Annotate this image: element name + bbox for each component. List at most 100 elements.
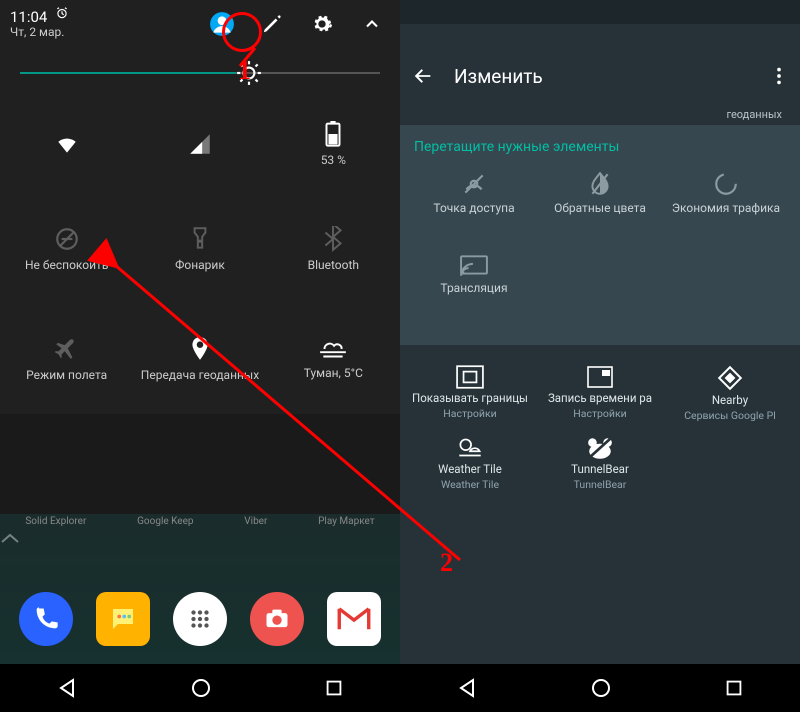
- hotspot-icon: [461, 171, 487, 197]
- bluetooth-label: Bluetooth: [308, 258, 359, 272]
- cellular-tile[interactable]: [133, 94, 266, 194]
- edit-title: Изменить: [454, 65, 543, 88]
- camera-app-icon[interactable]: [250, 592, 304, 646]
- signal-icon: [187, 131, 213, 157]
- nearby-icon: [717, 365, 743, 391]
- bluetooth-tile[interactable]: Bluetooth: [267, 194, 400, 304]
- dnd-icon: [54, 226, 80, 252]
- location-tile[interactable]: Передача геоданных: [133, 304, 266, 414]
- datasaver-label: Экономия трафика: [672, 201, 780, 215]
- tile-sub: Сервисы Google Pl: [684, 409, 776, 422]
- nav-back-icon[interactable]: [55, 676, 79, 700]
- quick-settings-panel: 11:04 Чт, 2 мар.: [0, 0, 400, 414]
- datasaver-tile[interactable]: Экономия трафика: [666, 171, 786, 243]
- status-time: 11:04 Чт, 2 мар.: [10, 9, 64, 39]
- phone-app-icon[interactable]: [19, 592, 73, 646]
- settings-gear-icon[interactable]: [304, 6, 340, 42]
- tile-label: TunnelBear: [571, 462, 629, 476]
- home-app-labels: Solid Explorer Google Keep Viber Play Ма…: [0, 514, 400, 527]
- drag-section: Перетащите нужные элементы Точка доступа…: [400, 125, 800, 345]
- quick-settings-grid: 53 % Не беспокоить Фонарик Bluetooth Реж…: [0, 94, 400, 414]
- battery-label: 53 %: [321, 153, 346, 167]
- tunnelbear-tile[interactable]: TunnelBear TunnelBear: [538, 436, 662, 491]
- bounds-icon: [456, 365, 484, 389]
- flashlight-tile[interactable]: Фонарик: [133, 194, 266, 304]
- dnd-label: Не беспокоить: [25, 258, 108, 272]
- app-label: Play Маркет: [318, 516, 375, 527]
- right-screenshot: Изменить геоданных Перетащите нужные эле…: [400, 0, 800, 712]
- flashlight-icon: [189, 226, 211, 252]
- wifi-icon: [54, 131, 80, 157]
- tunnelbear-icon: [586, 436, 614, 460]
- status-bar: [400, 0, 800, 24]
- hotspot-label: Точка доступа: [433, 201, 514, 215]
- weather-plugin-icon: [455, 436, 485, 460]
- fog-icon: [318, 338, 348, 360]
- gmail-app-icon[interactable]: [327, 592, 381, 646]
- airplane-label: Режим полета: [26, 368, 107, 382]
- weather-tile[interactable]: Туман, 5°C: [267, 304, 400, 414]
- dnd-tile[interactable]: Не беспокоить: [0, 194, 133, 304]
- nav-recent-icon[interactable]: [723, 677, 745, 699]
- home-peek: Solid Explorer Google Keep Viber Play Ма…: [0, 514, 400, 664]
- cast-label: Трансляция: [440, 281, 507, 295]
- layout-bounds-tile[interactable]: Показывать границы Настройки: [408, 365, 532, 422]
- invert-label: Обратные цвета: [554, 201, 646, 215]
- nav-home-icon[interactable]: [189, 676, 213, 700]
- invert-icon: [588, 171, 612, 197]
- brightness-thumb-icon[interactable]: [236, 60, 262, 86]
- tile-sub: TunnelBear: [574, 478, 627, 491]
- nav-home-icon[interactable]: [589, 676, 613, 700]
- airplane-tile[interactable]: Режим полета: [0, 304, 133, 414]
- tile-label: Weather Tile: [438, 462, 502, 476]
- tile-label: Nearby: [712, 393, 748, 407]
- hotspot-tile[interactable]: Точка доступа: [414, 171, 534, 243]
- tile-sub: Настройки: [443, 407, 496, 420]
- wifi-tile[interactable]: [0, 94, 133, 194]
- edit-header: Изменить: [400, 48, 800, 104]
- battery-icon: [324, 121, 342, 147]
- nav-bar: [400, 664, 800, 712]
- nav-recent-icon[interactable]: [323, 677, 345, 699]
- dock: [0, 574, 400, 664]
- tile-label: Запись времени ра: [548, 391, 652, 405]
- drawer-caret-icon[interactable]: [0, 531, 400, 545]
- tile-sub: Weather Tile: [441, 478, 499, 491]
- back-arrow-icon[interactable]: [412, 65, 434, 87]
- flashlight-label: Фонарик: [175, 258, 225, 272]
- nearby-tile[interactable]: Nearby Сервисы Google Pl: [668, 365, 792, 422]
- annotation-number-2: 2: [440, 548, 453, 578]
- tile-sub: Настройки: [573, 407, 626, 420]
- cast-icon: [460, 255, 488, 277]
- status-bar: 11:04 Чт, 2 мар.: [0, 0, 400, 48]
- datasaver-icon: [713, 171, 739, 197]
- location-pin-icon: [189, 336, 211, 362]
- app-label: Google Keep: [137, 516, 193, 527]
- left-screenshot: 11:04 Чт, 2 мар.: [0, 0, 400, 712]
- record-icon: [587, 365, 613, 389]
- collapse-chevron-icon[interactable]: [354, 6, 390, 42]
- weather-tile-plugin-tile[interactable]: Weather Tile Weather Tile: [408, 436, 532, 491]
- bluetooth-icon: [323, 226, 343, 252]
- user-icon[interactable]: [204, 6, 240, 42]
- weather-label: Туман, 5°C: [304, 366, 363, 380]
- alarm-icon: [55, 6, 69, 20]
- airplane-icon: [54, 336, 80, 362]
- cast-tile[interactable]: Трансляция: [414, 255, 534, 327]
- record-time-tile[interactable]: Запись времени ра Настройки: [538, 365, 662, 422]
- nav-bar: [0, 664, 400, 712]
- drag-hint: Перетащите нужные элементы: [414, 139, 786, 155]
- invert-tile[interactable]: Обратные цвета: [540, 171, 660, 243]
- geo-remnant-text: геоданных: [400, 104, 800, 125]
- tile-label: Показывать границы: [412, 391, 528, 405]
- app-label: Solid Explorer: [25, 516, 86, 527]
- edit-pencil-icon[interactable]: [254, 6, 290, 42]
- more-dots-icon[interactable]: [770, 65, 788, 87]
- app-drawer-icon[interactable]: [173, 592, 227, 646]
- brightness-slider[interactable]: [0, 48, 400, 94]
- location-label: Передача геоданных: [141, 368, 259, 382]
- nav-back-icon[interactable]: [455, 676, 479, 700]
- messenger-app-icon[interactable]: [96, 592, 150, 646]
- app-label: Viber: [244, 516, 267, 527]
- battery-tile[interactable]: 53 %: [267, 94, 400, 194]
